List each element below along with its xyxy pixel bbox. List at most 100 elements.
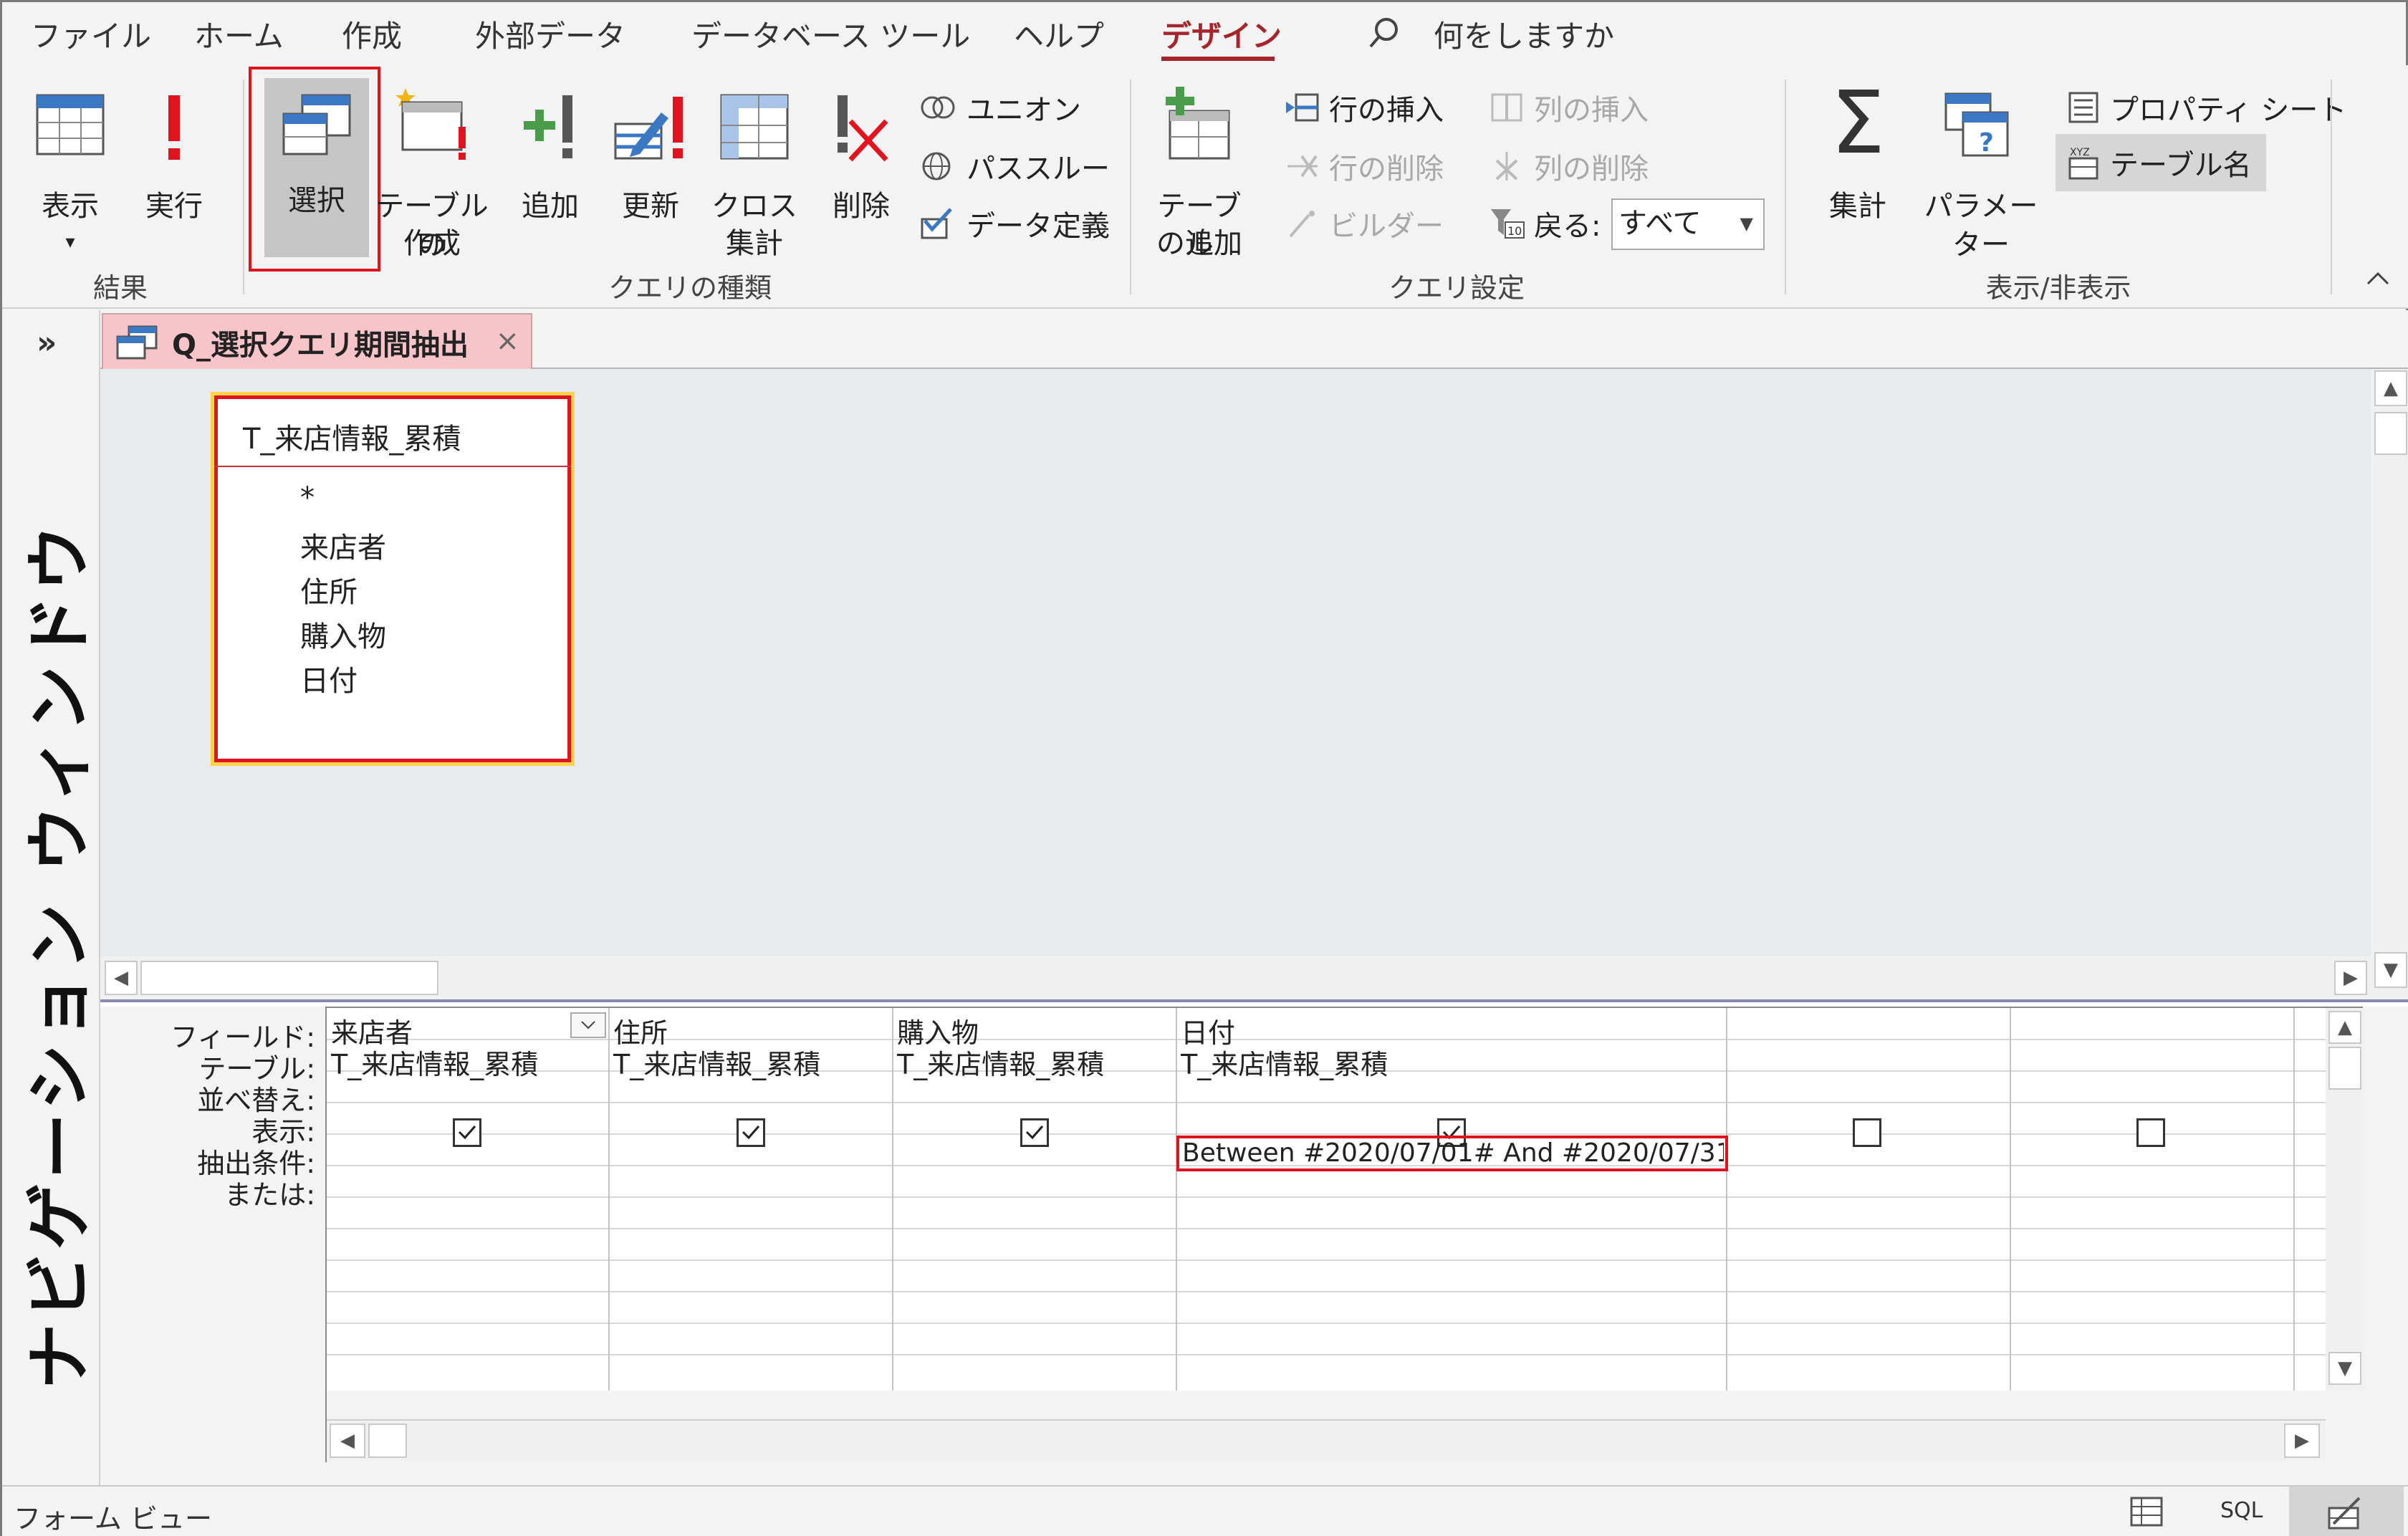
append-query-button[interactable]: 追加 [504, 87, 597, 259]
scroll-right-arrow-icon[interactable]: ▶ [2334, 961, 2367, 995]
run-button[interactable]: 実行 [131, 87, 217, 259]
scroll-left-arrow-icon[interactable]: ◀ [330, 1424, 365, 1458]
grid-horizontal-scrollbar[interactable]: ◀ ▶ [327, 1419, 2326, 1461]
svg-text:XYZ: XYZ [2070, 147, 2090, 158]
parameters-button[interactable]: ? パラメーター [1911, 87, 2051, 261]
view-button[interactable]: 表示 ▾ [24, 87, 117, 259]
scroll-thumb[interactable] [368, 1424, 407, 1458]
tab-create[interactable]: 作成 [342, 12, 402, 56]
status-view-label: フォーム ビュー [14, 1503, 212, 1535]
return-select[interactable]: すべて ▼ [1611, 198, 1765, 250]
delete-query-button[interactable]: 削除 [815, 87, 908, 259]
expand-nav-icon[interactable]: » [37, 325, 57, 361]
query-design-document: Q_選択クエリ期間抽出 × T_来店情報_累積 * 来店者 住所 購入物 日付 … [100, 310, 2408, 1485]
tab-help[interactable]: ヘルプ [1014, 12, 1104, 56]
chevron-down-icon: ▼ [1740, 213, 1753, 234]
totals-button[interactable]: Σ 集計 [1808, 81, 1908, 259]
show-checkbox[interactable] [1020, 1118, 1049, 1147]
nav-pane-label: ナビゲーション ウィンドウ [21, 520, 98, 1390]
scroll-down-arrow-icon[interactable]: ▼ [2374, 952, 2407, 988]
table-names-button[interactable]: XYZ テーブル名 [2056, 134, 2266, 191]
navigation-pane[interactable]: » ナビゲーション ウィンドウ [2, 310, 100, 1485]
scroll-thumb[interactable] [2328, 1047, 2361, 1090]
tab-design[interactable]: デザイン [1161, 12, 1282, 56]
grid-vertical-scrollbar[interactable]: ▲ ▼ [2326, 1008, 2364, 1391]
crosstab-query-button[interactable]: クロス 集計 [708, 87, 801, 260]
delete-rows-button[interactable]: 行の削除 [1285, 145, 1444, 187]
scroll-thumb[interactable] [2374, 412, 2407, 455]
grid-criteria-cell[interactable]: Between #2020/07/01# And #2020/07/31# [1182, 1138, 1724, 1168]
search-icon[interactable] [1366, 15, 1402, 54]
scroll-down-arrow-icon[interactable]: ▼ [2328, 1352, 2361, 1385]
show-checkbox[interactable] [2136, 1118, 2165, 1147]
datasheet-view-icon[interactable] [2129, 1494, 2164, 1532]
document-tab-query[interactable]: Q_選択クエリ期間抽出 × [102, 313, 532, 370]
data-definition-button[interactable]: データ定義 [919, 203, 1110, 244]
scroll-up-arrow-icon[interactable]: ▲ [2374, 370, 2407, 406]
upper-horizontal-scrollbar[interactable]: ◀ ▶ [100, 956, 2371, 999]
grid-table-cell[interactable]: T_来店情報_累積 [331, 1042, 606, 1082]
nav-pane-label-wrap: ナビゲーション ウィンドウ [18, 521, 98, 1389]
table-field-list-header[interactable]: T_来店情報_累積 [214, 395, 571, 467]
builder-wand-icon [1289, 211, 1315, 238]
passthrough-button[interactable]: パススルー [919, 145, 1110, 187]
field-list-item[interactable]: 日付 [300, 658, 358, 699]
add-table-button[interactable]: テーブル の追加 [1146, 87, 1253, 261]
grid-row-labels: フィールド: テーブル: 並べ替え: 表示: 抽出条件: または: [100, 1007, 315, 1485]
table-field-list-title: T_来店情報_累積 [243, 423, 461, 456]
delete-x-icon [838, 95, 888, 162]
show-checkbox[interactable] [453, 1118, 481, 1147]
top-values-icon: 10 [1491, 209, 1525, 239]
property-sheet-button[interactable]: プロパティ シート [2066, 87, 2346, 128]
select-button-highlight [249, 67, 380, 272]
field-list-item[interactable]: * [300, 481, 315, 514]
table-diagram-pane[interactable]: T_来店情報_累積 * 来店者 住所 購入物 日付 ▲ ▼ ◀ ▶ [100, 369, 2408, 999]
document-tab-bar: Q_選択クエリ期間抽出 × [100, 310, 2408, 370]
design-grid[interactable]: 来店者 T_来店情報_累積 住所 T_来店情報_累積 購入物 T_来店情報_累積… [325, 1007, 2364, 1464]
insert-columns-button[interactable]: 列の挿入 [1490, 87, 1649, 128]
tab-home[interactable]: ホーム [194, 12, 284, 56]
show-checkbox[interactable] [737, 1118, 765, 1147]
grid-table-cell[interactable]: T_来店情報_累積 [613, 1042, 888, 1082]
query-icon [116, 325, 158, 360]
delete-columns-button[interactable]: 列の削除 [1490, 145, 1649, 187]
parameters-icon: ? [1944, 92, 2009, 158]
design-view-button[interactable] [2289, 1487, 2404, 1536]
append-icon [524, 95, 572, 158]
tab-file[interactable]: ファイル [31, 12, 151, 56]
field-dropdown-button[interactable] [570, 1012, 606, 1038]
tab-database-tools[interactable]: データベース ツール [691, 12, 970, 56]
make-table-icon [395, 88, 466, 160]
collapse-ribbon-icon[interactable] [2364, 266, 2392, 294]
table-field-list[interactable]: T_来店情報_累積 * 来店者 住所 購入物 日付 [211, 392, 575, 766]
upper-vertical-scrollbar[interactable]: ▲ ▼ [2371, 369, 2408, 999]
field-list-item[interactable]: 購入物 [300, 613, 386, 655]
sql-view-button[interactable]: SQL [2220, 1498, 2263, 1523]
builder-button[interactable]: ビルダー [1285, 203, 1444, 244]
grid-table-cell[interactable]: T_来店情報_累積 [1181, 1042, 1722, 1082]
grid-table-cell[interactable]: T_来店情報_累積 [897, 1042, 1172, 1082]
scroll-up-arrow-icon[interactable]: ▲ [2328, 1011, 2361, 1044]
checkmark-icon [458, 1125, 476, 1140]
scroll-right-arrow-icon[interactable]: ▶ [2284, 1424, 2320, 1458]
field-list-item[interactable]: 来店者 [300, 524, 386, 566]
close-tab-icon[interactable]: × [495, 325, 519, 357]
update-query-button[interactable]: 更新 [604, 87, 697, 259]
run-exclamation-icon [168, 95, 180, 160]
pane-splitter[interactable] [100, 999, 2408, 1007]
field-list-item[interactable]: 住所 [300, 569, 358, 610]
add-table-icon [1166, 87, 1230, 160]
row-label-or: または: [224, 1179, 315, 1211]
scroll-thumb[interactable] [140, 961, 438, 995]
status-bar: フォーム ビュー SQL [2, 1485, 2408, 1536]
tab-external-data[interactable]: 外部データ [475, 12, 625, 56]
group-label-query-type: クエリの種類 [608, 272, 772, 304]
scroll-left-arrow-icon[interactable]: ◀ [105, 961, 138, 995]
tell-me-input[interactable]: 何をしますか [1434, 12, 1614, 56]
delete-columns-icon [1495, 152, 1518, 181]
union-button[interactable]: ユニオン [919, 87, 1081, 128]
insert-rows-button[interactable]: 行の挿入 [1285, 87, 1444, 128]
show-checkbox[interactable] [1853, 1118, 1881, 1147]
view-dropdown-arrow: ▾ [65, 231, 75, 253]
make-table-button[interactable]: テーブルの 作成 [375, 87, 489, 261]
